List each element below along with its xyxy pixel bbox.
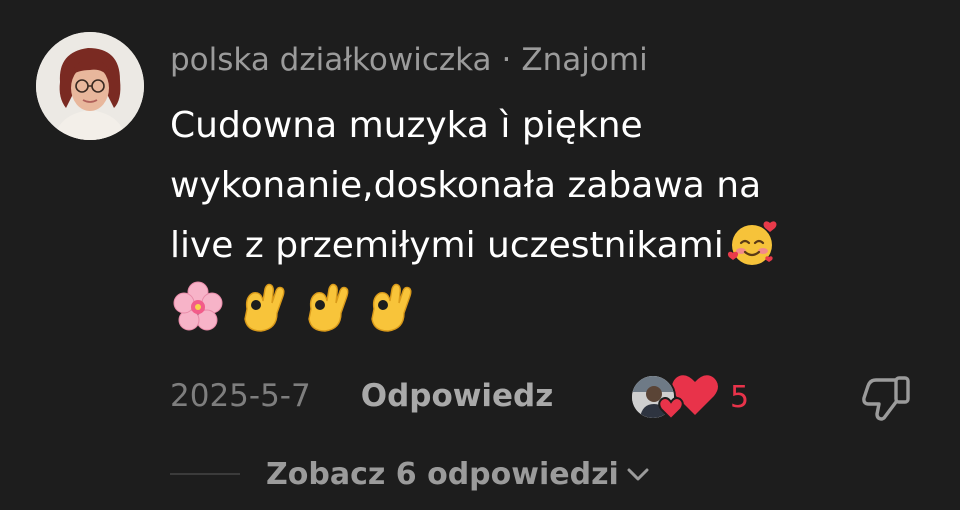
comment-text: Cudowna muzyka ì piękne wykonanie,doskon… bbox=[170, 96, 930, 336]
cherry-blossom-icon bbox=[170, 279, 226, 335]
author-name[interactable]: polska działkowiczka bbox=[170, 42, 492, 78]
header-separator: · bbox=[501, 42, 512, 78]
view-replies[interactable]: Zobacz 6 odpowiedzi bbox=[170, 450, 651, 498]
comment-meta: 2025-5-7 Odpowiedz bbox=[170, 372, 553, 420]
view-replies-label[interactable]: Zobacz 6 odpowiedzi bbox=[266, 457, 619, 492]
smiling-face-with-hearts-icon bbox=[726, 217, 778, 269]
relation-label: Znajomi bbox=[521, 42, 648, 78]
ok-hand-icon bbox=[364, 279, 416, 335]
reactions[interactable]: 5 bbox=[630, 373, 749, 421]
author-avatar[interactable] bbox=[36, 32, 144, 140]
reply-button[interactable]: Odpowiedz bbox=[361, 378, 554, 414]
chevron-down-icon[interactable] bbox=[625, 464, 651, 488]
creator-heart-icon bbox=[658, 397, 684, 425]
replies-divider bbox=[170, 473, 240, 475]
comment-line: live z przemiłymi uczestnikami bbox=[170, 225, 724, 266]
thumbs-down-icon[interactable] bbox=[860, 374, 914, 422]
comment-date: 2025-5-7 bbox=[170, 378, 311, 414]
comment-line-with-emoji: live z przemiłymi uczestnikami bbox=[170, 216, 930, 276]
comment-header: polska działkowiczka · Znajomi bbox=[170, 38, 648, 82]
emoji-row bbox=[170, 276, 930, 336]
ok-hand-icon bbox=[237, 279, 289, 335]
comment-line: wykonanie,doskonała zabawa na bbox=[170, 165, 762, 206]
like-count: 5 bbox=[730, 379, 750, 415]
comment-line: Cudowna muzyka ì piękne bbox=[170, 105, 643, 146]
ok-hand-icon bbox=[301, 279, 353, 335]
